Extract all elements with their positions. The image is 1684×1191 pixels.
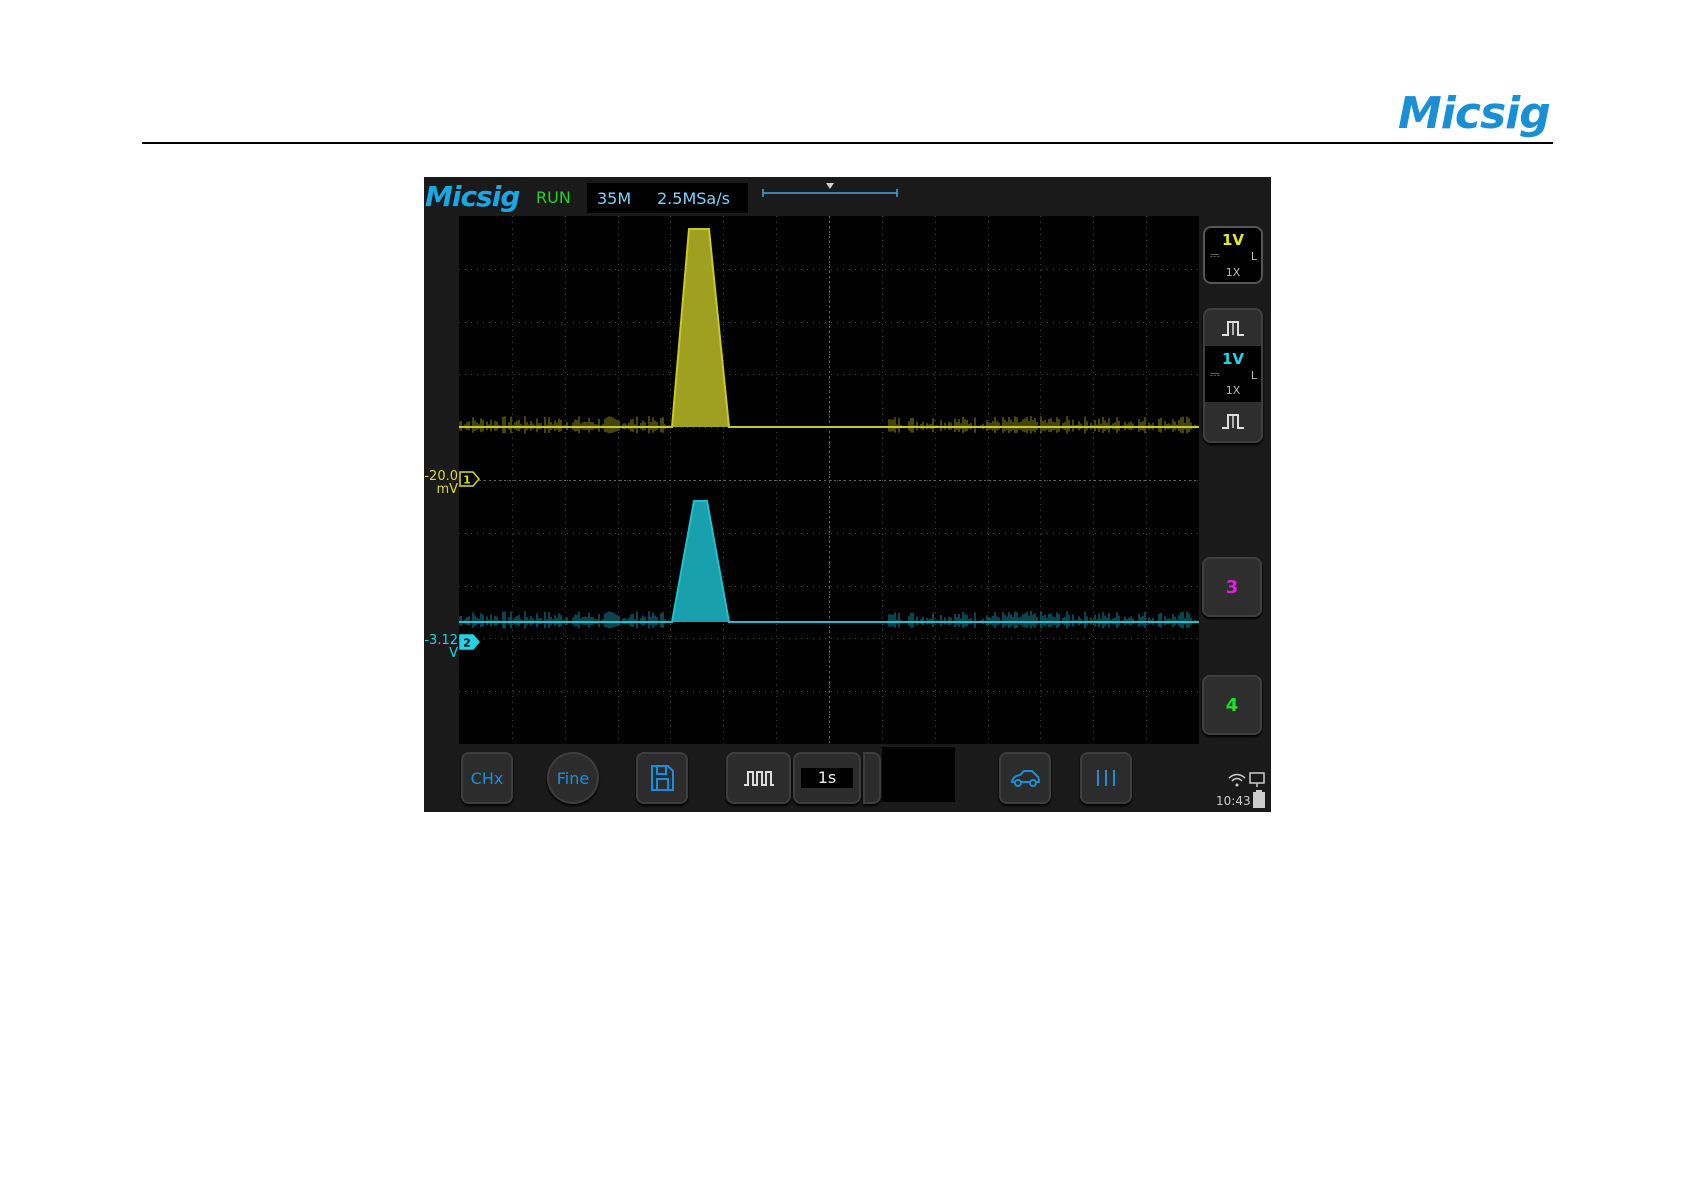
redacted-area (882, 747, 955, 802)
fine-button[interactable]: Fine (547, 752, 599, 804)
cursor-button[interactable] (1080, 752, 1132, 804)
oscilloscope-screen: Micsig RUN 35M 2.5MSa/s -20.0 mV 1 -3.12… (424, 177, 1271, 812)
ch3-label: 3 (1225, 576, 1239, 598)
time-position-bar[interactable] (761, 180, 901, 198)
ch2-marker[interactable]: 2 (459, 634, 481, 650)
monitor-icon (1249, 772, 1265, 787)
ch2-probe: 1X (1225, 384, 1241, 397)
ch2-coupling: ⎓ (1210, 367, 1220, 381)
ch1-coupling: ⎓ (1210, 248, 1220, 262)
ch2-trigger-edge-icon[interactable] (1219, 411, 1247, 431)
ch2-noise (458, 611, 1198, 629)
ch2-offset-label: -3.12 V (424, 633, 458, 661)
save-icon (651, 765, 674, 791)
cursor-lines-icon (1097, 770, 1115, 786)
timebase-value: 1s (801, 768, 853, 788)
ch1-bw-limit: L (1250, 250, 1257, 263)
chx-button[interactable]: CHx (461, 752, 513, 804)
ch2-bw-limit: L (1250, 369, 1257, 382)
ch1-noise (458, 416, 1198, 434)
ch4-label: 4 (1225, 694, 1239, 716)
sample-rate: 2.5MSa/s (657, 189, 730, 208)
ch1-trigger-edge-icon[interactable] (1219, 318, 1247, 338)
fine-label: Fine (556, 768, 590, 788)
svg-text:2: 2 (463, 637, 471, 650)
chx-label: CHx (470, 768, 504, 788)
clock: 10:43 (1216, 794, 1251, 808)
pulse-train-icon (743, 771, 774, 786)
ch1-offset-label: -20.0 mV (424, 469, 458, 497)
save-button[interactable] (636, 752, 688, 804)
header-rule (142, 142, 1553, 144)
svg-text:1: 1 (463, 474, 471, 487)
waveform-graticule (458, 216, 1199, 744)
ch1-settings-button[interactable]: 1V ⎓ L 1X (1203, 226, 1263, 284)
ch1-scale: 1V (1221, 231, 1245, 249)
memory-depth: 35M (597, 189, 632, 208)
ch4-button[interactable]: 4 (1202, 675, 1262, 735)
acquisition-info[interactable]: 35M 2.5MSa/s (587, 183, 748, 213)
micsig-logo: Micsig (1398, 88, 1551, 139)
scope-logo: Micsig (425, 180, 520, 213)
timebase-button[interactable]: 1s (793, 752, 861, 804)
battery-icon (1253, 790, 1265, 808)
timebase-extra-button[interactable] (863, 752, 881, 804)
trigger-mode-button[interactable] (726, 752, 791, 804)
waveform-area[interactable] (458, 216, 1199, 744)
run-status[interactable]: RUN (536, 188, 571, 207)
ch3-button[interactable]: 3 (1202, 557, 1262, 617)
ch2-group: 1V ⎓ L 1X (1203, 308, 1263, 443)
ch1-probe: 1X (1225, 266, 1241, 279)
auto-mode-button[interactable] (999, 752, 1051, 804)
wifi-icon (1228, 773, 1246, 787)
ch2-scale: 1V (1221, 350, 1245, 368)
ch2-settings-button[interactable]: 1V ⎓ L 1X (1205, 346, 1261, 402)
car-icon (1010, 770, 1041, 787)
ch1-marker[interactable]: 1 (459, 471, 481, 487)
